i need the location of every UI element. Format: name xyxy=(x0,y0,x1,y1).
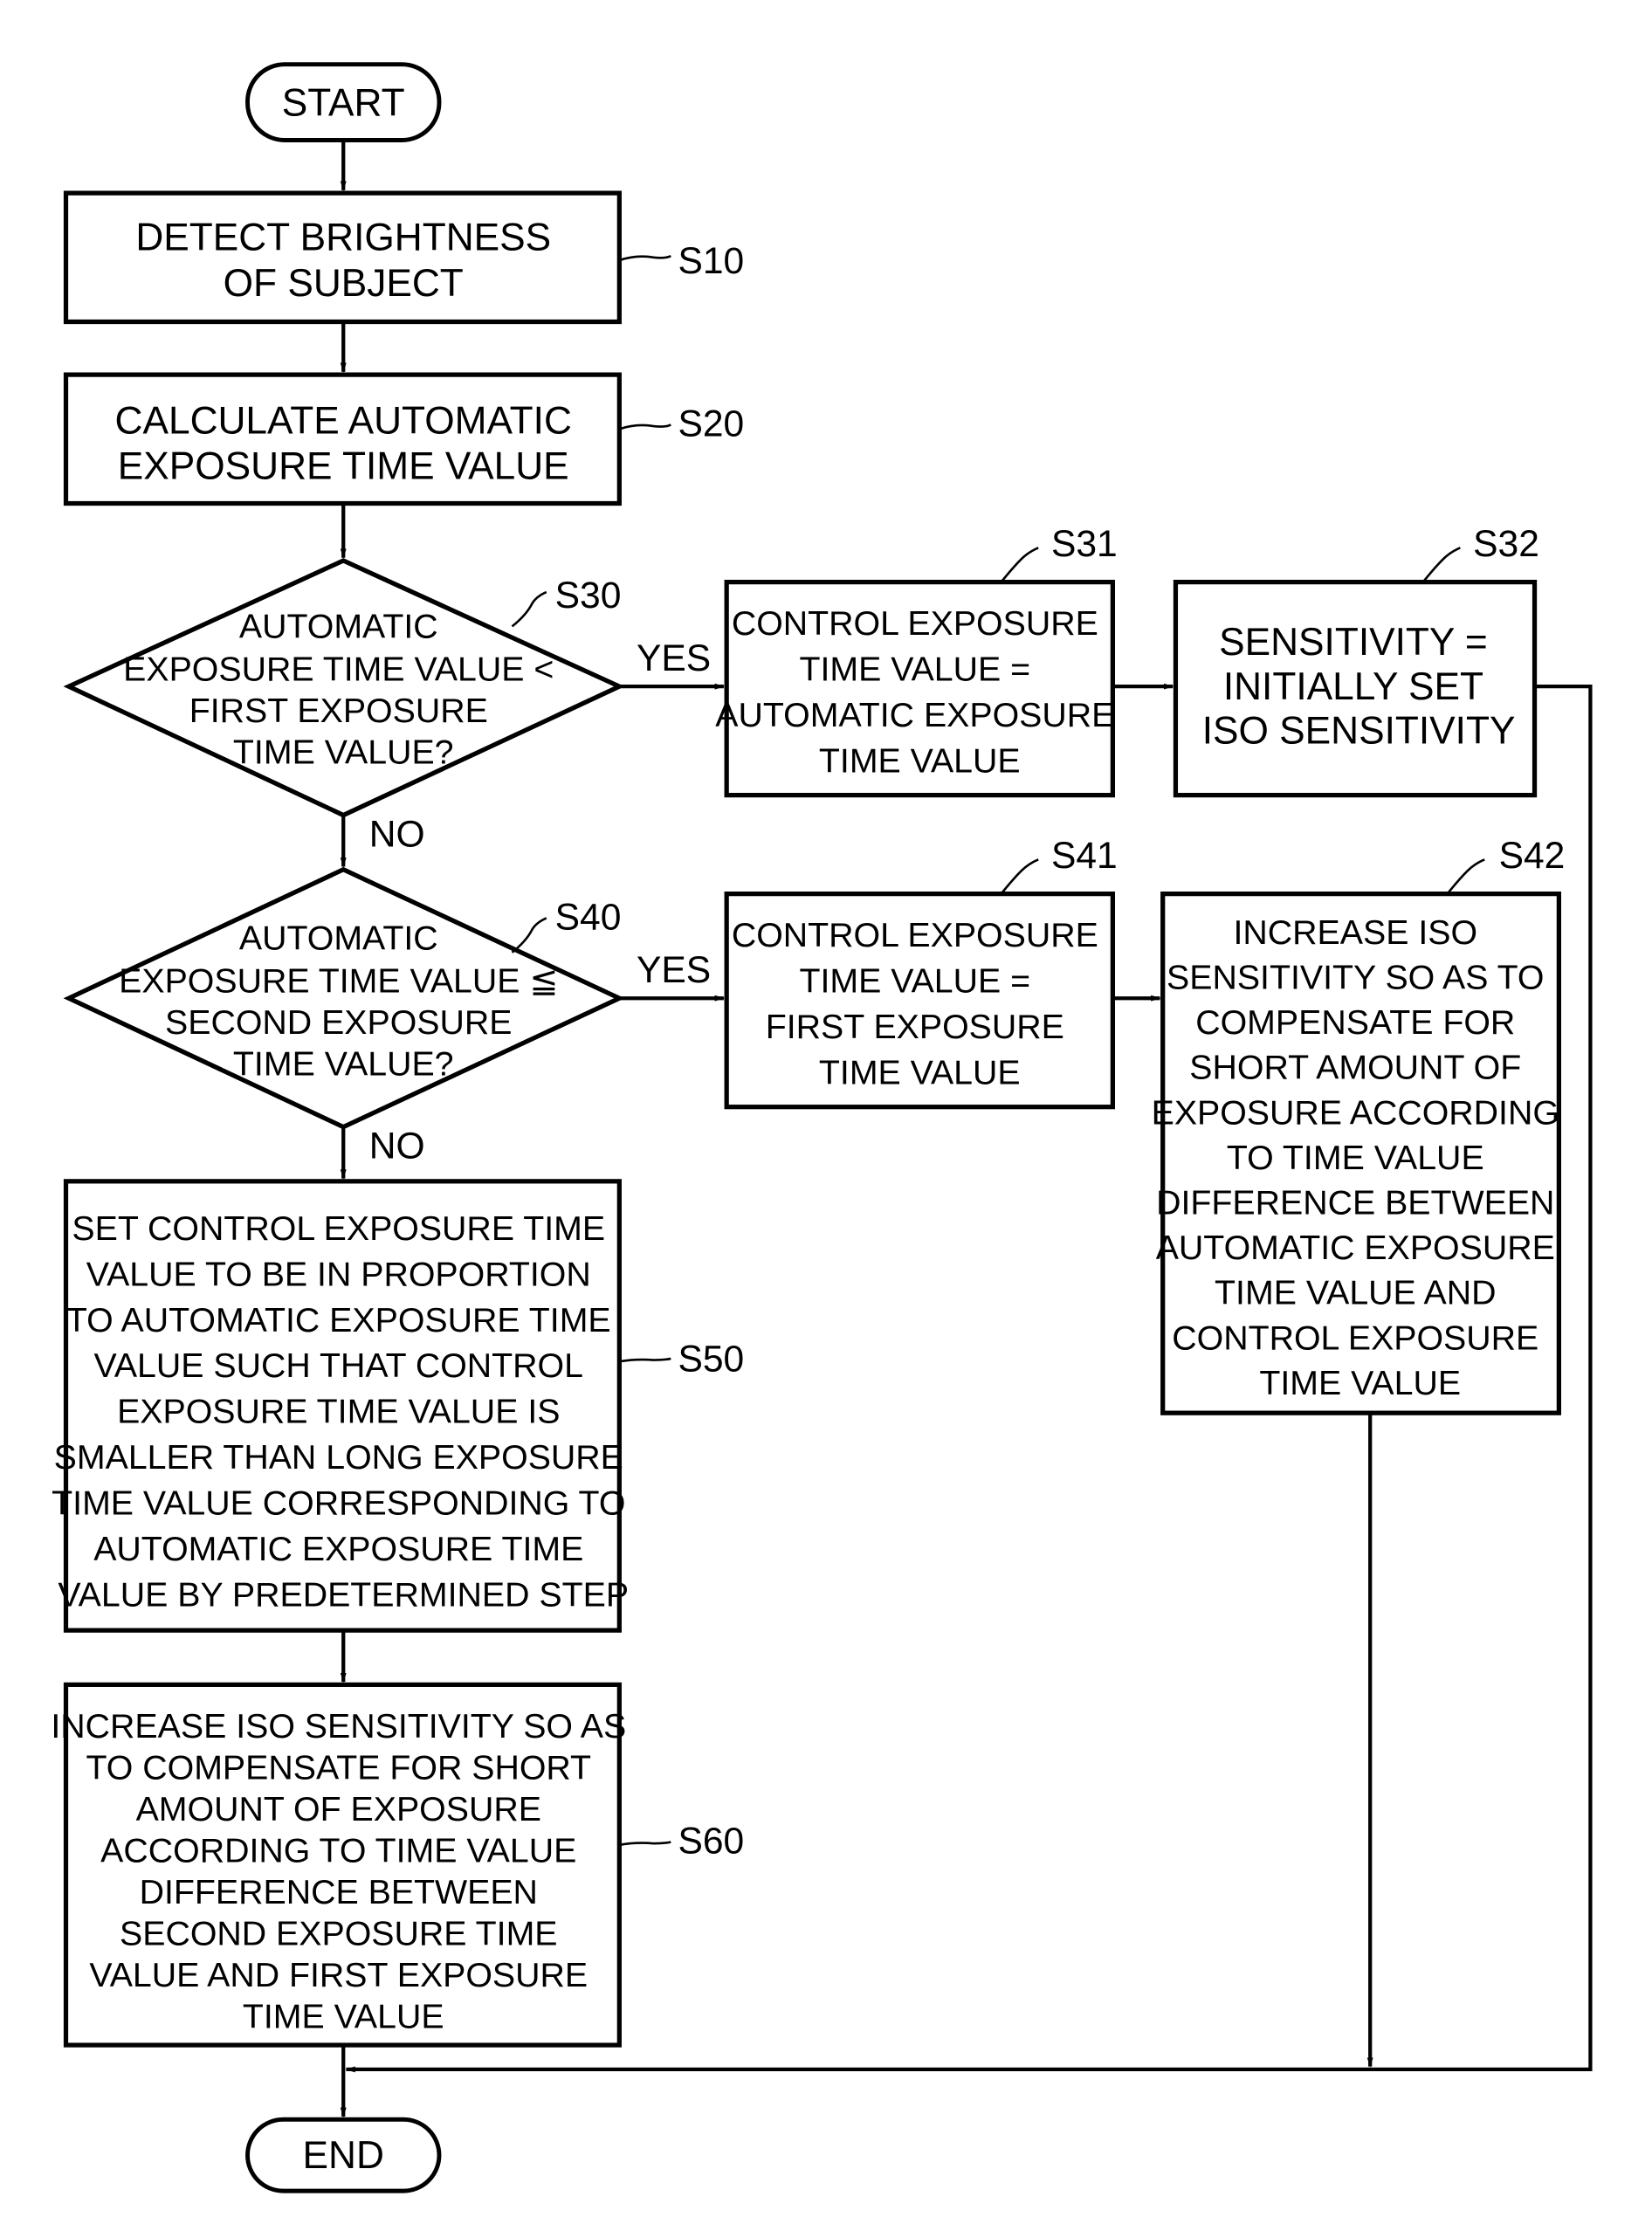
s42-line: COMPENSATE FOR xyxy=(1195,1003,1515,1042)
step-s50: SET CONTROL EXPOSURE TIME VALUE TO BE IN… xyxy=(52,1179,744,1633)
s41-line: TIME VALUE xyxy=(819,1053,1021,1091)
s40-line: AUTOMATIC xyxy=(239,919,438,958)
s60-line: DIFFERENCE BETWEEN xyxy=(140,1873,538,1911)
s32-label: S32 xyxy=(1473,523,1539,565)
svg-text:SENSITIVITY = INITIALLY: SENSITIVITY = INITIALLY SET ISO SENSITIV… xyxy=(1202,621,1516,753)
s42-line: SENSITIVITY SO AS TO xyxy=(1167,959,1544,997)
s10-line: OF SUBJECT xyxy=(224,262,464,305)
s42-line: DIFFERENCE BETWEEN xyxy=(1156,1184,1554,1222)
s60-line: VALUE AND FIRST EXPOSURE xyxy=(89,1956,588,1994)
s31-line: AUTOMATIC EXPOSURE xyxy=(715,696,1114,734)
s40-yes-label: YES xyxy=(637,949,711,991)
s10-line: DETECT BRIGHTNESS xyxy=(135,217,551,259)
s20-line: EXPOSURE TIME VALUE xyxy=(118,445,569,488)
start-label: START xyxy=(282,82,405,125)
s31-label: S31 xyxy=(1051,523,1118,565)
s30-line: AUTOMATIC xyxy=(239,607,438,645)
s50-line: VALUE SUCH THAT CONTROL xyxy=(94,1346,583,1385)
s30-line: EXPOSURE TIME VALUE < xyxy=(123,651,554,689)
s42-line: CONTROL EXPOSURE xyxy=(1172,1319,1538,1357)
s40-line: SECOND EXPOSURE xyxy=(165,1003,512,1042)
s42-line: INCREASE ISO xyxy=(1234,913,1478,952)
s42-line: TIME VALUE xyxy=(1259,1364,1461,1402)
s32-line: SENSITIVITY = xyxy=(1219,621,1488,664)
s42-line: TIME VALUE AND xyxy=(1215,1274,1496,1312)
s60-line: AMOUNT OF EXPOSURE xyxy=(136,1790,541,1828)
s20-line: CALCULATE AUTOMATIC xyxy=(115,399,572,442)
end-terminal: END xyxy=(245,2117,442,2193)
s50-line: SMALLER THAN LONG EXPOSURE xyxy=(54,1438,623,1477)
s41-line: TIME VALUE = xyxy=(800,962,1031,1001)
s41-line: CONTROL EXPOSURE xyxy=(732,916,1098,954)
s40-line: EXPOSURE TIME VALUE ≦ xyxy=(119,962,558,1001)
s60-line: SECOND EXPOSURE TIME xyxy=(120,1914,558,1952)
s30-line: TIME VALUE? xyxy=(233,733,454,772)
s40-label: S40 xyxy=(555,897,622,939)
step-s41: CONTROL EXPOSURE TIME VALUE = FIRST EXPO… xyxy=(724,835,1118,1110)
decision-s40: AUTOMATIC EXPOSURE TIME VALUE ≦ SECOND E… xyxy=(63,866,711,1167)
s60-line: TIME VALUE xyxy=(243,1997,444,2035)
s20-label: S20 xyxy=(678,403,744,445)
s42-line: AUTOMATIC EXPOSURE xyxy=(1156,1229,1555,1267)
s50-line: TO AUTOMATIC EXPOSURE TIME xyxy=(66,1301,611,1339)
end-label: END xyxy=(303,2134,384,2177)
s60-line: TO COMPENSATE FOR SHORT xyxy=(86,1748,591,1787)
s41-line: FIRST EXPOSURE xyxy=(766,1008,1064,1046)
s30-yes-label: YES xyxy=(637,637,711,679)
start-terminal: START xyxy=(245,62,442,142)
s32-line: INITIALLY SET xyxy=(1223,665,1483,708)
step-s32: SENSITIVITY = INITIALLY SET ISO SENSITIV… xyxy=(1173,523,1539,798)
s42-label: S42 xyxy=(1499,835,1566,877)
s10-label: S10 xyxy=(678,240,744,282)
s31-line: CONTROL EXPOSURE xyxy=(732,604,1098,643)
s40-line: TIME VALUE? xyxy=(233,1045,454,1084)
s60-label: S60 xyxy=(678,1821,744,1863)
s32-line: ISO SENSITIVITY xyxy=(1202,710,1516,753)
s40-no-label: NO xyxy=(369,1126,425,1167)
s30-label: S30 xyxy=(555,575,622,616)
s50-line: EXPOSURE TIME VALUE IS xyxy=(117,1393,560,1431)
s60-line: ACCORDING TO TIME VALUE xyxy=(100,1831,576,1869)
s50-line: VALUE BY PREDETERMINED STEP xyxy=(58,1575,629,1614)
s30-line: FIRST EXPOSURE xyxy=(189,692,488,730)
step-s60: INCREASE ISO SENSITIVITY SO AS TO COMPEN… xyxy=(51,1682,744,2048)
step-s42: INCREASE ISO SENSITIVITY SO AS TO COMPEN… xyxy=(1152,835,1566,1415)
step-s20: CALCULATE AUTOMATIC EXPOSURE TIME VALUE S… xyxy=(63,372,744,506)
s31-line: TIME VALUE xyxy=(819,741,1021,780)
s50-line: AUTOMATIC EXPOSURE TIME xyxy=(93,1530,583,1568)
flowchart: START DETECT BRIGHTNESS OF SUBJECT S10 CA… xyxy=(51,62,1593,2193)
s50-line: VALUE TO BE IN PROPORTION xyxy=(86,1255,591,1293)
step-s31: CONTROL EXPOSURE TIME VALUE = AUTOMATIC … xyxy=(715,523,1118,798)
step-s10: DETECT BRIGHTNESS OF SUBJECT S10 xyxy=(63,190,744,325)
s50-label: S50 xyxy=(678,1339,744,1381)
s50-line: TIME VALUE CORRESPONDING TO xyxy=(52,1484,625,1522)
s60-line: INCREASE ISO SENSITIVITY SO AS xyxy=(51,1707,626,1746)
s42-line: TO TIME VALUE xyxy=(1227,1139,1484,1177)
s31-line: TIME VALUE = xyxy=(800,651,1031,689)
s50-line: SET CONTROL EXPOSURE TIME xyxy=(72,1209,605,1248)
decision-s30: AUTOMATIC EXPOSURE TIME VALUE < FIRST EX… xyxy=(63,558,711,856)
svg-text:SET CONTROL EXPOSURE TIME: SET CONTROL EXPOSURE TIME VALUE TO BE IN… xyxy=(52,1209,635,1614)
s30-no-label: NO xyxy=(369,814,425,856)
s42-line: SHORT AMOUNT OF xyxy=(1189,1049,1521,1087)
s42-line: EXPOSURE ACCORDING xyxy=(1152,1093,1559,1132)
s41-label: S41 xyxy=(1051,835,1118,877)
